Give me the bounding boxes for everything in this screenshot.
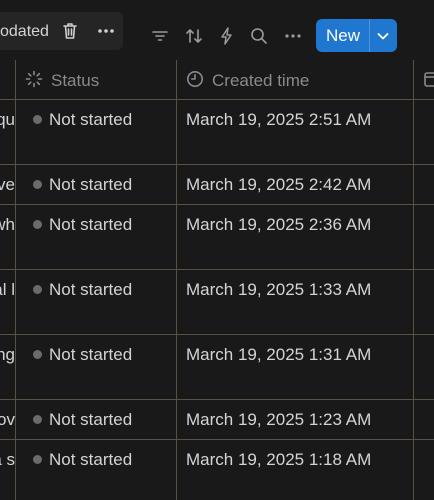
row-title[interactable]: al l — [0, 280, 15, 300]
row-title[interactable]: a s — [0, 450, 15, 470]
row-title[interactable]: wh — [0, 215, 15, 235]
status-label: Not started — [49, 345, 133, 364]
status-label: Not started — [49, 110, 133, 129]
view-toolbar: odated New — [0, 0, 434, 60]
status-dot — [33, 220, 42, 229]
status-label: Not started — [49, 450, 133, 469]
new-button-divider — [369, 19, 370, 52]
automation-bolt-icon[interactable] — [217, 26, 237, 46]
filter-icon[interactable] — [150, 26, 170, 46]
row-title[interactable]: ve — [0, 175, 15, 195]
table-row[interactable]: wh Not started March 19, 2025 2:36 AM — [0, 205, 434, 269]
calendar-icon — [424, 72, 434, 87]
new-button[interactable]: New — [316, 19, 397, 52]
trash-icon[interactable] — [60, 21, 80, 41]
created-time: March 19, 2025 2:51 AM — [186, 110, 372, 129]
status-dot — [33, 415, 42, 424]
status-dot — [33, 350, 42, 359]
row-title[interactable]: lov — [0, 410, 15, 430]
status-spinner-icon — [25, 70, 43, 88]
status-label: Not started — [49, 215, 133, 234]
bulk-actions-bar: odated — [0, 12, 123, 50]
column-header-status[interactable]: Status — [16, 60, 176, 99]
status-label: Not started — [49, 410, 133, 429]
bulk-action-label[interactable]: odated — [0, 23, 49, 41]
created-time: March 19, 2025 1:33 AM — [186, 280, 372, 299]
table-row[interactable]: al l Not started March 19, 2025 1:33 AM — [0, 270, 434, 334]
table-row[interactable]: a s Not started March 19, 2025 1:18 AM — [0, 440, 434, 500]
status-dot — [33, 285, 42, 294]
search-icon[interactable] — [249, 26, 269, 46]
table-row[interactable]: ve Not started March 19, 2025 2:42 AM — [0, 165, 434, 204]
status-dot — [33, 115, 42, 124]
row-title[interactable]: iqu — [0, 110, 15, 130]
sort-icon[interactable] — [184, 26, 204, 46]
table-row[interactable]: lov Not started March 19, 2025 1:23 AM — [0, 400, 434, 439]
table-row[interactable]: ng Not started March 19, 2025 1:31 AM — [0, 335, 434, 399]
created-time: March 19, 2025 2:36 AM — [186, 215, 372, 234]
status-dot — [33, 180, 42, 189]
column-header-label: Created time — [212, 71, 310, 90]
more-horizontal-icon[interactable] — [283, 26, 303, 46]
created-time: March 19, 2025 1:18 AM — [186, 450, 372, 469]
clock-icon — [187, 71, 203, 87]
more-horizontal-icon[interactable] — [96, 21, 116, 41]
new-button-label: New — [326, 26, 361, 45]
database-table: Status Created time iqu Not started Marc… — [0, 60, 434, 500]
created-time: March 19, 2025 1:31 AM — [186, 345, 372, 364]
created-time: March 19, 2025 2:42 AM — [186, 175, 372, 194]
column-header-label: Status — [51, 71, 100, 90]
chevron-down-icon[interactable] — [375, 28, 391, 44]
status-label: Not started — [49, 280, 133, 299]
status-dot — [33, 455, 42, 464]
created-time: March 19, 2025 1:23 AM — [186, 410, 372, 429]
row-title[interactable]: ng — [0, 345, 15, 365]
status-label: Not started — [49, 175, 133, 194]
column-header-created-time[interactable]: Created time — [177, 60, 413, 99]
table-row[interactable]: iqu Not started March 19, 2025 2:51 AM — [0, 100, 434, 164]
